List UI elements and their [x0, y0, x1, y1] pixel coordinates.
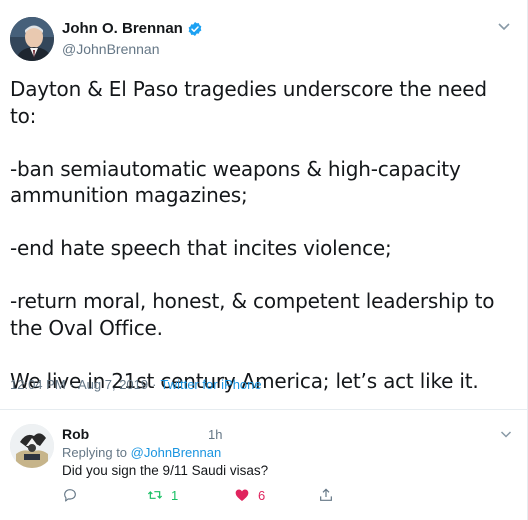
chevron-down-icon[interactable]	[500, 430, 512, 439]
avatar[interactable]	[10, 17, 54, 61]
verified-badge-icon	[188, 21, 202, 36]
author-handle[interactable]: @JohnBrennan	[62, 41, 160, 57]
reply-actions: 1 6	[62, 487, 352, 507]
author-name[interactable]: John O. Brennan	[62, 20, 183, 37]
share-button[interactable]	[318, 487, 334, 503]
reply-button[interactable]	[62, 487, 86, 503]
like-button[interactable]: 6	[234, 487, 265, 503]
share-icon	[320, 488, 332, 501]
replying-to: Replying to @JohnBrennan	[62, 445, 221, 460]
reply-avatar[interactable]	[10, 424, 54, 468]
replying-prefix: Replying to	[62, 445, 128, 460]
tweet-text: Dayton & El Paso tragedies underscore th…	[10, 77, 495, 393]
meta-separator: ·	[152, 377, 157, 392]
reply-author-name[interactable]: Rob	[62, 426, 89, 442]
author-row[interactable]: John O. Brennan	[62, 20, 203, 37]
like-count: 6	[258, 487, 266, 503]
tweet-time[interactable]: 12:04 PM	[10, 377, 66, 392]
avatar-photo	[10, 17, 54, 61]
retweet-icon	[147, 491, 163, 499]
meta-separator: ·	[69, 377, 74, 392]
tweet-source[interactable]: Twitter for iPhone	[160, 377, 261, 392]
tweet-card: John O. Brennan @JohnBrennan Dayton & El…	[0, 0, 528, 520]
tweet-date[interactable]: Aug 7, 2019	[78, 377, 148, 392]
retweet-count: 1	[171, 487, 179, 503]
heart-icon	[235, 489, 249, 501]
chevron-down-icon[interactable]	[497, 22, 511, 32]
reply-bubble-icon	[64, 489, 76, 502]
reply-avatar-photo	[10, 424, 54, 468]
reply-text: Did you sign the 9/11 Saudi visas?	[62, 463, 269, 478]
tweet-meta: 12:04 PM · Aug 7, 2019 · Twitter for iPh…	[10, 377, 262, 392]
replying-mention[interactable]: @JohnBrennan	[131, 445, 222, 460]
retweet-button[interactable]: 1	[147, 487, 178, 503]
main-tweet[interactable]: John O. Brennan @JohnBrennan Dayton & El…	[0, 0, 527, 408]
reply-time[interactable]: 1h	[208, 427, 222, 442]
